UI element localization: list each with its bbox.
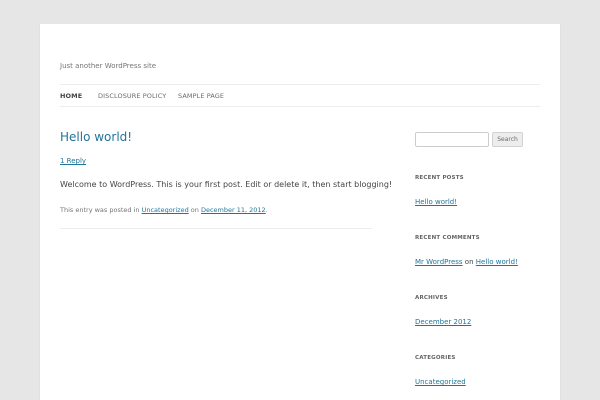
post-title-link[interactable]: Hello world! — [60, 130, 132, 144]
nav-item-sample-page[interactable]: SAMPLE PAGE — [178, 92, 224, 100]
post-date-link[interactable]: December 11, 2012 — [201, 206, 266, 214]
page-container: Just another WordPress site HOME DISCLOS… — [40, 24, 560, 400]
search-button[interactable]: Search — [492, 132, 523, 147]
recent-comments-heading: RECENT COMMENTS — [415, 235, 480, 241]
post-content: Welcome to WordPress. This is your first… — [60, 180, 393, 189]
recent-comment: Mr WordPress on Hello world! — [415, 258, 518, 266]
category-link[interactable]: Uncategorized — [142, 206, 189, 214]
post-meta-prefix: This entry was posted in — [60, 206, 140, 214]
recent-posts-heading: RECENT POSTS — [415, 175, 464, 181]
category-widget-link[interactable]: Uncategorized — [415, 378, 466, 386]
comment-post-link[interactable]: Hello world! — [476, 258, 518, 266]
comment-author-link[interactable]: Mr WordPress — [415, 258, 463, 266]
post-meta-on: on — [190, 206, 199, 214]
reply-link[interactable]: 1 Reply — [60, 157, 86, 165]
search-input[interactable] — [415, 132, 489, 147]
archive-link[interactable]: December 2012 — [415, 318, 471, 326]
comment-on-text: on — [464, 258, 474, 266]
nav-item-disclosure-policy[interactable]: DISCLOSURE POLICY — [98, 92, 166, 100]
site-tagline: Just another WordPress site — [60, 62, 157, 70]
archives-heading: ARCHIVES — [415, 295, 448, 301]
post-divider — [60, 228, 372, 229]
main-navigation: HOME DISCLOSURE POLICY SAMPLE PAGE — [60, 84, 540, 107]
post-meta-suffix: . — [265, 206, 268, 214]
post-meta: This entry was posted in Uncategorized o… — [60, 206, 268, 214]
nav-item-home[interactable]: HOME — [60, 92, 82, 100]
recent-post-link[interactable]: Hello world! — [415, 198, 457, 206]
categories-heading: CATEGORIES — [415, 355, 456, 361]
